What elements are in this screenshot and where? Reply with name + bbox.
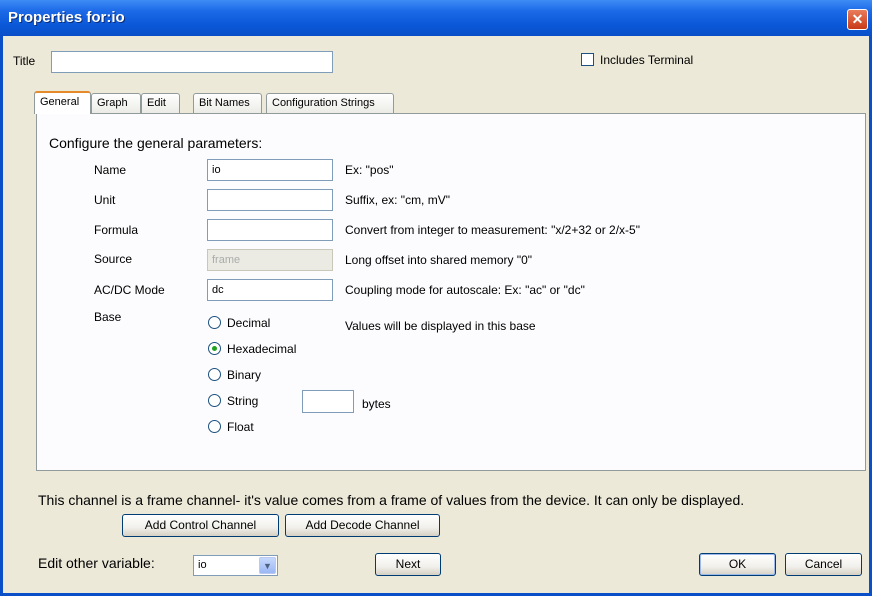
ok-button[interactable]: OK bbox=[699, 553, 776, 576]
source-hint: Long offset into shared memory "0" bbox=[345, 253, 533, 267]
formula-input[interactable] bbox=[207, 219, 333, 241]
base-string-label[interactable]: String bbox=[227, 394, 258, 408]
close-icon: ✕ bbox=[851, 11, 864, 27]
base-label: Base bbox=[94, 310, 122, 324]
base-float-radio[interactable] bbox=[208, 420, 221, 433]
window-titlebar: Properties for:io ✕ bbox=[0, 0, 872, 36]
acdc-hint: Coupling mode for autoscale: Ex: "ac" or… bbox=[345, 283, 585, 297]
unit-hint: Suffix, ex: "cm, mV" bbox=[345, 193, 450, 207]
base-binary-radio[interactable] bbox=[208, 368, 221, 381]
acdc-input[interactable]: dc bbox=[207, 279, 333, 301]
edit-other-variable-value: io bbox=[198, 559, 207, 571]
window-title: Properties for:io bbox=[8, 9, 125, 26]
acdc-label: AC/DC Mode bbox=[94, 283, 165, 297]
frame-channel-info: This channel is a frame channel- it's va… bbox=[38, 492, 745, 508]
name-hint: Ex: "pos" bbox=[345, 163, 394, 177]
base-hexadecimal-label[interactable]: Hexadecimal bbox=[227, 342, 296, 356]
base-decimal-radio[interactable] bbox=[208, 316, 221, 329]
base-string-radio[interactable] bbox=[208, 394, 221, 407]
tab-edit[interactable]: Edit bbox=[141, 93, 180, 113]
source-label: Source bbox=[94, 252, 133, 266]
unit-input[interactable] bbox=[207, 189, 333, 211]
add-decode-channel-button[interactable]: Add Decode Channel bbox=[285, 514, 440, 537]
tab-general[interactable]: General bbox=[34, 91, 91, 114]
name-input[interactable]: io bbox=[207, 159, 333, 181]
tab-configuration-strings[interactable]: Configuration Strings bbox=[266, 93, 394, 113]
source-input: frame bbox=[207, 249, 333, 271]
cancel-button[interactable]: Cancel bbox=[785, 553, 862, 576]
title-input[interactable] bbox=[51, 51, 333, 73]
base-binary-label[interactable]: Binary bbox=[227, 368, 261, 382]
tab-bit-names[interactable]: Bit Names bbox=[193, 93, 262, 113]
general-panel: Configure the general parameters: Name i… bbox=[36, 113, 866, 471]
add-control-channel-button[interactable]: Add Control Channel bbox=[122, 514, 279, 537]
name-label: Name bbox=[94, 163, 127, 177]
formula-label: Formula bbox=[94, 223, 139, 237]
formula-hint: Convert from integer to measurement: "x/… bbox=[345, 223, 640, 237]
chevron-down-icon[interactable]: ▼ bbox=[259, 557, 276, 574]
base-hexadecimal-radio[interactable] bbox=[208, 342, 221, 355]
base-float-label[interactable]: Float bbox=[227, 420, 254, 434]
close-button[interactable]: ✕ bbox=[847, 9, 868, 30]
includes-terminal-label: Includes Terminal bbox=[600, 53, 694, 67]
base-hint: Values will be displayed in this base bbox=[345, 319, 536, 333]
tab-graph[interactable]: Graph bbox=[91, 93, 141, 113]
includes-terminal-checkbox[interactable] bbox=[581, 53, 594, 66]
string-bytes-input[interactable] bbox=[302, 390, 354, 413]
base-decimal-label[interactable]: Decimal bbox=[227, 316, 270, 330]
bytes-label: bytes bbox=[362, 397, 391, 411]
edit-other-variable-label: Edit other variable: bbox=[38, 555, 155, 571]
dialog-body: Title Includes Terminal General Graph Ed… bbox=[0, 36, 872, 596]
title-label: Title bbox=[13, 54, 36, 68]
edit-other-variable-select[interactable]: io ▼ bbox=[193, 555, 278, 576]
unit-label: Unit bbox=[94, 193, 116, 207]
next-button[interactable]: Next bbox=[375, 553, 441, 576]
general-heading: Configure the general parameters: bbox=[49, 135, 263, 151]
